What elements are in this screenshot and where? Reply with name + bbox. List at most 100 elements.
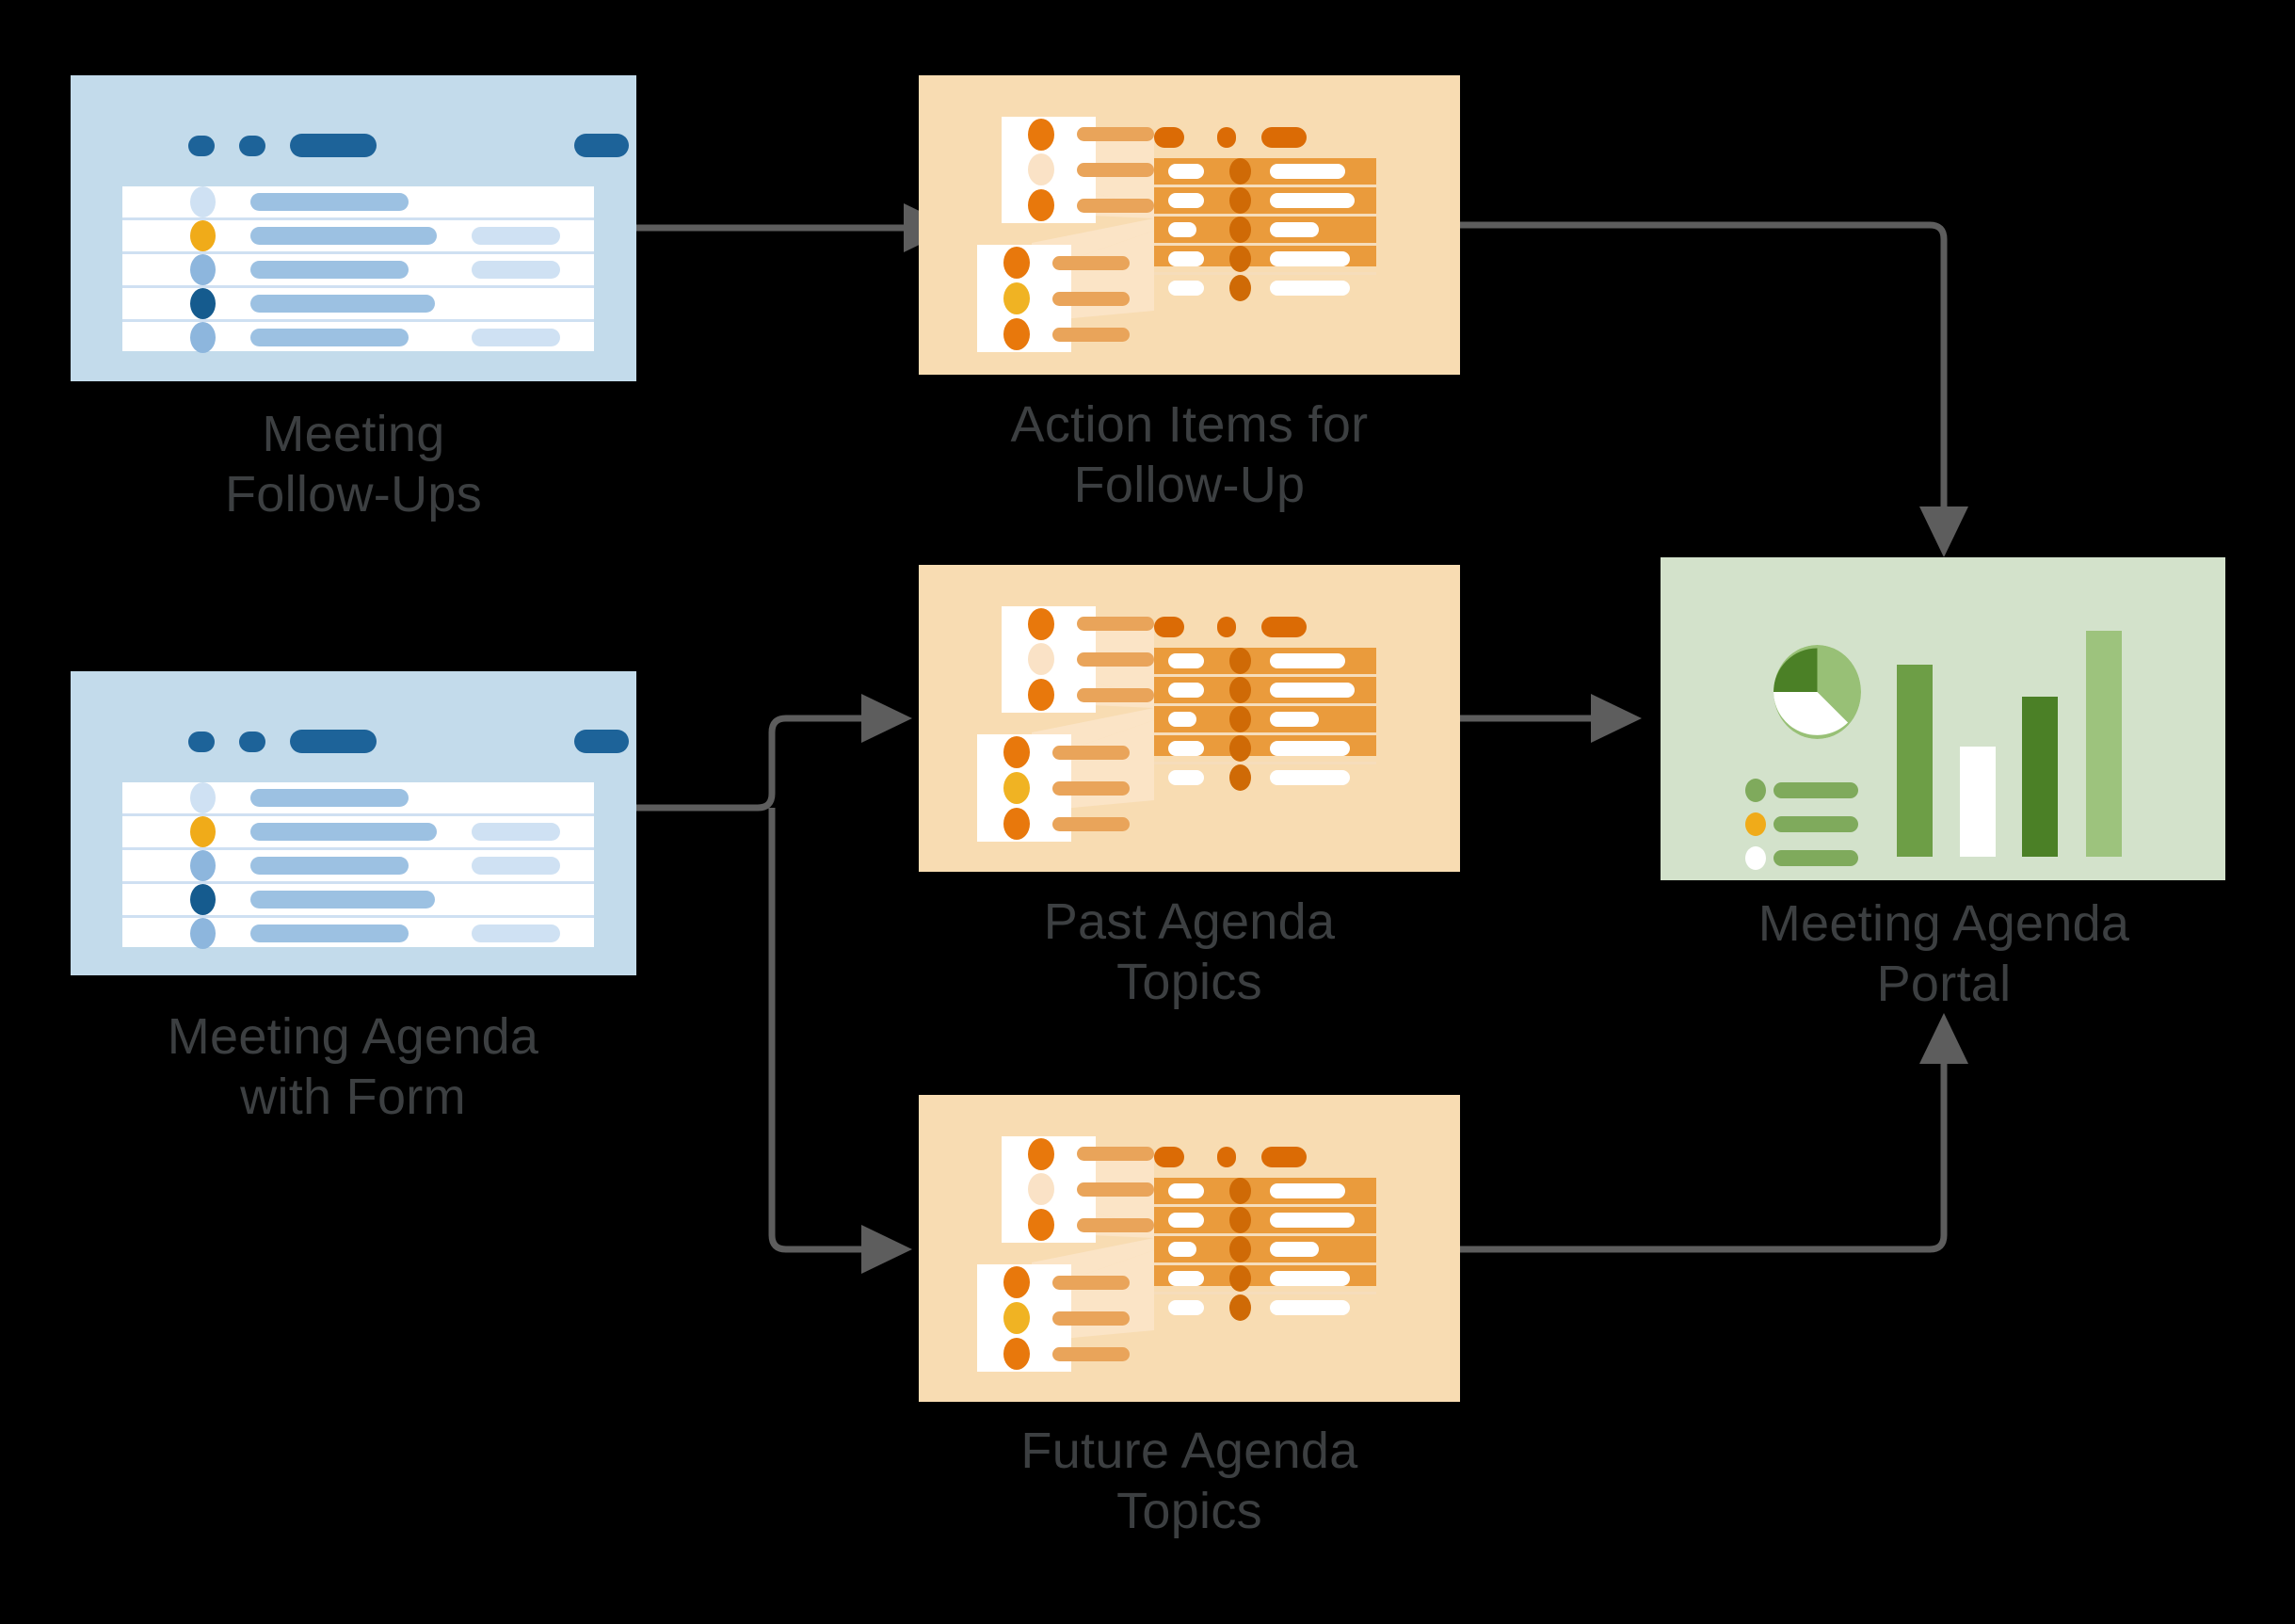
table-cell	[1168, 222, 1196, 237]
source-card[interactable]	[977, 770, 1130, 806]
titlebar-action-pill[interactable]	[574, 730, 629, 753]
table-cell-dot-icon	[1229, 764, 1251, 791]
table-cell	[1270, 281, 1350, 296]
legend-label-bar	[1773, 782, 1858, 798]
table-row[interactable]	[1154, 272, 1376, 301]
source-card[interactable]	[1002, 117, 1154, 152]
status-dot-icon	[1003, 282, 1030, 314]
source-card[interactable]	[1002, 1207, 1154, 1243]
table-row[interactable]	[1154, 674, 1376, 703]
table-cell	[1270, 222, 1319, 237]
list-item[interactable]	[122, 847, 594, 881]
status-dot-icon	[1003, 808, 1030, 840]
source-card[interactable]	[1002, 677, 1154, 713]
source-card[interactable]	[1002, 641, 1154, 677]
list-item[interactable]	[122, 915, 594, 949]
table-row[interactable]	[1154, 1233, 1376, 1262]
list-item-meta	[472, 261, 560, 279]
node-action-items-for-follow-up[interactable]	[919, 75, 1460, 375]
list-item[interactable]	[122, 251, 594, 285]
table-row[interactable]	[1154, 648, 1376, 674]
data-table[interactable]	[1154, 1178, 1376, 1321]
data-table[interactable]	[1154, 648, 1376, 791]
node-label-future-agenda-topics: Future Agenda Topics	[1020, 1423, 1358, 1539]
legend-label-bar	[1773, 850, 1858, 866]
node-meeting-agenda-with-form[interactable]	[71, 671, 636, 975]
table-row[interactable]	[1154, 762, 1376, 791]
table-column-header	[1261, 127, 1307, 148]
list-item[interactable]	[122, 217, 594, 251]
card-text	[1052, 1275, 1130, 1290]
source-card[interactable]	[977, 734, 1130, 770]
card-text	[1052, 1310, 1130, 1326]
data-table[interactable]	[1154, 158, 1376, 301]
bar-4[interactable]	[2086, 631, 2122, 857]
table-row[interactable]	[1154, 703, 1376, 732]
card-text	[1077, 1182, 1154, 1197]
list-item-text	[250, 261, 409, 279]
list-item[interactable]	[122, 186, 594, 217]
table-row[interactable]	[1154, 1178, 1376, 1204]
titlebar-action-pill[interactable]	[574, 134, 629, 157]
table-row[interactable]	[1154, 732, 1376, 762]
node-future-agenda-topics[interactable]	[919, 1095, 1460, 1402]
source-card[interactable]	[1002, 187, 1154, 223]
table-cell	[1270, 1271, 1350, 1286]
table-row[interactable]	[1154, 214, 1376, 243]
list-item[interactable]	[122, 813, 594, 847]
table-row[interactable]	[1154, 1262, 1376, 1292]
table-header	[1154, 127, 1307, 148]
table-cell	[1270, 1242, 1319, 1257]
source-card[interactable]	[977, 316, 1130, 352]
table-row[interactable]	[1154, 185, 1376, 214]
list-item[interactable]	[122, 319, 594, 353]
table-column-header	[1154, 617, 1184, 637]
edge-follow-ups-to-action-items	[636, 203, 955, 252]
pie-chart[interactable]	[1773, 645, 1861, 739]
edge-future-topics-to-portal	[1460, 1013, 1968, 1253]
table-cell-dot-icon	[1229, 1236, 1251, 1262]
table-row[interactable]	[1154, 243, 1376, 272]
status-dot-icon	[1028, 189, 1054, 221]
source-card[interactable]	[977, 1264, 1130, 1300]
table-header	[1154, 1147, 1307, 1167]
table-row[interactable]	[1154, 158, 1376, 185]
table-cell-dot-icon	[1229, 187, 1251, 214]
diagram-canvas: Meeting Follow-Ups Meeting Agenda with F…	[0, 0, 2295, 1624]
source-card[interactable]	[977, 245, 1130, 281]
table-row[interactable]	[1154, 1204, 1376, 1233]
status-dot-icon	[190, 816, 216, 847]
bar-2[interactable]	[1960, 747, 1996, 857]
list-item-text	[250, 329, 409, 346]
node-past-agenda-topics[interactable]	[919, 565, 1460, 872]
table-cell-dot-icon	[1229, 648, 1251, 674]
source-card[interactable]	[1002, 1136, 1154, 1171]
source-card[interactable]	[1002, 1171, 1154, 1207]
table-cell	[1168, 653, 1204, 668]
status-dot-icon	[1003, 1302, 1030, 1334]
source-card[interactable]	[977, 806, 1130, 842]
source-card[interactable]	[1002, 606, 1154, 641]
status-dot-icon	[190, 220, 216, 251]
card-text	[1052, 327, 1130, 342]
bar-1[interactable]	[1897, 665, 1933, 857]
status-dot-icon	[190, 918, 216, 949]
table-row[interactable]	[1154, 1292, 1376, 1321]
source-card[interactable]	[1002, 152, 1154, 187]
node-label-meeting-agenda-portal: Meeting Agenda Portal	[1757, 895, 2130, 1012]
list-item-meta	[472, 823, 560, 841]
table-cell	[1270, 251, 1350, 266]
bar-3[interactable]	[2022, 697, 2058, 857]
node-meeting-follow-ups[interactable]	[71, 75, 636, 381]
list-item[interactable]	[122, 782, 594, 813]
titlebar-dot-icon	[188, 731, 215, 752]
card-text	[1077, 127, 1154, 141]
list-item[interactable]	[122, 285, 594, 319]
card-text	[1077, 162, 1154, 177]
node-meeting-agenda-portal[interactable]	[1661, 557, 2225, 880]
source-card[interactable]	[977, 1336, 1130, 1372]
table-cell-dot-icon	[1229, 677, 1251, 703]
list-item[interactable]	[122, 881, 594, 915]
source-card[interactable]	[977, 1300, 1130, 1336]
source-card[interactable]	[977, 281, 1130, 316]
